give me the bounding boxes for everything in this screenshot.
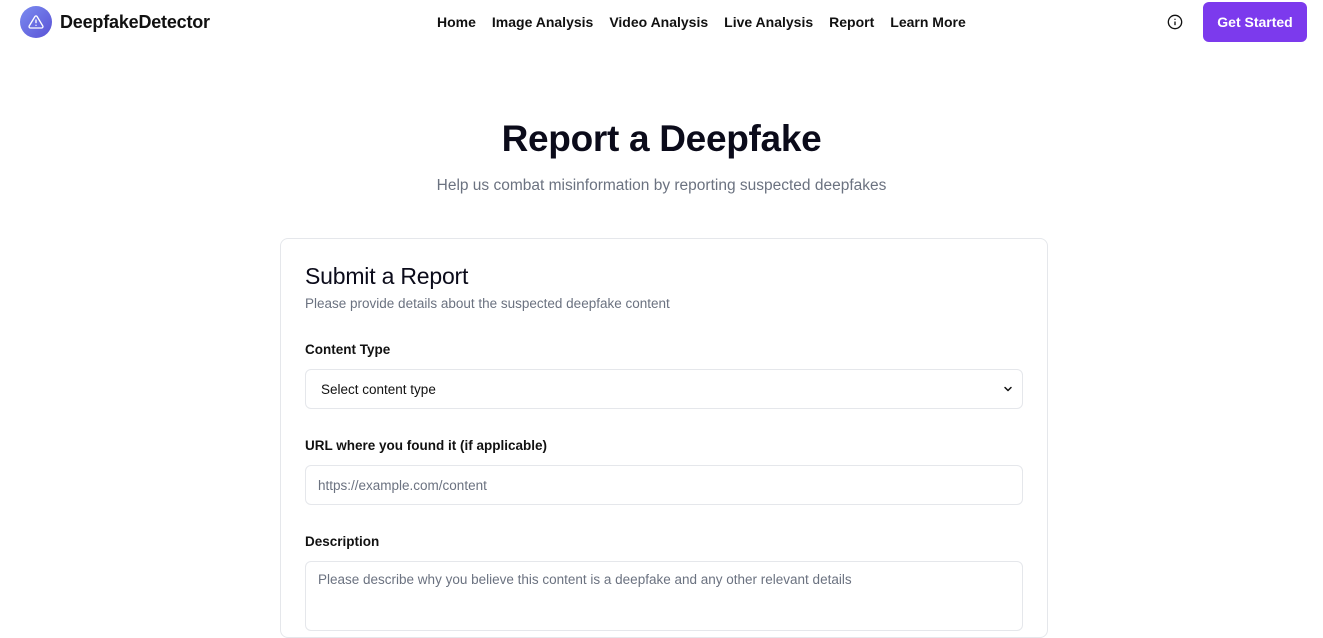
nav-link-video-analysis[interactable]: Video Analysis [609, 14, 708, 30]
nav-link-report[interactable]: Report [829, 14, 874, 30]
get-started-button[interactable]: Get Started [1203, 2, 1307, 42]
page-subtitle: Help us combat misinformation by reporti… [436, 177, 887, 194]
brand-logo [20, 6, 52, 38]
url-label: URL where you found it (if applicable) [305, 438, 548, 453]
info-button[interactable] [1165, 12, 1185, 32]
content-type-select[interactable]: Select content type [305, 369, 1023, 409]
info-circle-icon [1167, 14, 1183, 30]
nav-link-live-analysis[interactable]: Live Analysis [724, 14, 813, 30]
card-title: Submit a Report [305, 263, 469, 289]
nav-link-home[interactable]: Home [437, 14, 476, 30]
brand[interactable]: DeepfakeDetector [20, 6, 210, 38]
description-textarea[interactable] [305, 561, 1023, 631]
content-type-label: Content Type [305, 342, 391, 357]
report-form-card: Submit a Report Please provide details a… [280, 238, 1048, 638]
chevron-down-icon [1004, 386, 1012, 392]
description-label: Description [305, 534, 380, 549]
nav-link-image-analysis[interactable]: Image Analysis [492, 14, 593, 30]
page-title: Report a Deepfake [501, 118, 822, 159]
url-input[interactable] [305, 465, 1023, 505]
warning-triangle-icon [28, 15, 44, 29]
nav-link-learn-more[interactable]: Learn More [890, 14, 965, 30]
main-nav: Home Image Analysis Video Analysis Live … [437, 12, 966, 32]
top-navbar: DeepfakeDetector Home Image Analysis Vid… [0, 0, 1323, 44]
content-type-selected-value: Select content type [321, 381, 436, 397]
brand-name: DeepfakeDetector [60, 11, 210, 32]
card-description: Please provide details about the suspect… [305, 296, 670, 311]
